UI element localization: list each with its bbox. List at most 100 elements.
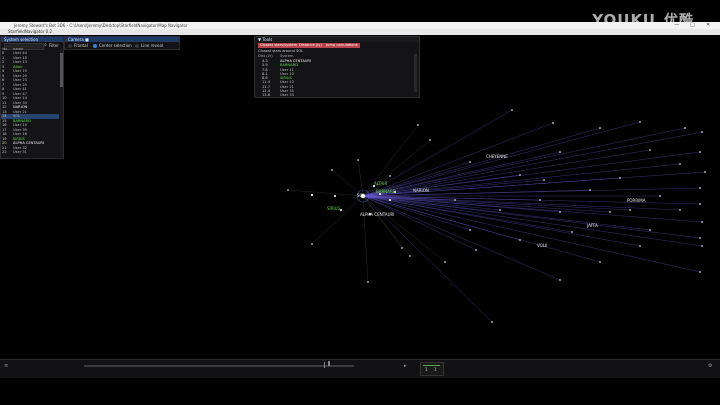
star-point[interactable]: [559, 211, 561, 213]
map-label-altair[interactable]: ALTAIR: [374, 181, 387, 186]
star-point[interactable]: [599, 127, 601, 129]
star-point[interactable]: [519, 174, 521, 176]
star-point[interactable]: [367, 281, 369, 283]
radio-frontal[interactable]: Frontal: [68, 42, 88, 49]
minimize-button[interactable]: —: [674, 22, 679, 29]
connection-line: [362, 195, 601, 263]
star-point[interactable]: [543, 179, 545, 181]
star-point[interactable]: [559, 279, 561, 281]
connection-line: [287, 189, 364, 197]
star-point[interactable]: [704, 171, 706, 173]
star-point[interactable]: [599, 261, 601, 263]
map-label-porrima[interactable]: PORRIMA: [627, 198, 646, 203]
connection-lines: [287, 109, 706, 323]
filter-input[interactable]: [4, 43, 44, 50]
star-point[interactable]: [639, 245, 641, 247]
star-point[interactable]: [357, 159, 359, 161]
closest-stars-button[interactable]: Closest stars/systems: [258, 43, 302, 48]
app-titlebar: StarfieldNavigator 0.2: [0, 29, 720, 35]
maximize-button[interactable]: □: [690, 22, 695, 29]
map-label-sol[interactable]: SOL: [357, 193, 365, 198]
system-name: User 31: [13, 150, 27, 154]
window-titlebar: Jeremy Stewart's Bot 3D6 - C:\Users\Jere…: [0, 22, 720, 29]
star-point[interactable]: [444, 261, 446, 263]
map-label-alpha-centauri[interactable]: ALPHA CENTAURI: [360, 212, 394, 217]
timeline-marker[interactable]: [324, 362, 325, 368]
star-point[interactable]: [589, 189, 591, 191]
star-point[interactable]: [469, 161, 471, 163]
star-point[interactable]: [619, 177, 621, 179]
star-point[interactable]: [701, 221, 703, 223]
jump-calculations-button[interactable]: Jump calculations: [324, 43, 360, 48]
star-point[interactable]: [454, 199, 456, 201]
step-icon[interactable]: ▸: [404, 363, 407, 369]
star-point[interactable]: [552, 122, 554, 124]
star-point[interactable]: [679, 209, 681, 211]
search-icon: ⌕: [44, 42, 47, 48]
star-point[interactable]: [629, 209, 631, 211]
col-system-header[interactable]: System: [280, 54, 293, 58]
nearby-star-point[interactable]: [339, 208, 343, 212]
star-point[interactable]: [499, 209, 501, 211]
closest-star-row[interactable]: 13.6 User 33: [255, 93, 419, 97]
star-point[interactable]: [559, 151, 561, 153]
star-point[interactable]: [609, 211, 611, 213]
star-point[interactable]: [701, 131, 703, 133]
col-dist-header[interactable]: Dist (LY): [258, 54, 273, 58]
map-label-barnard[interactable]: BARNARD: [376, 189, 396, 194]
connection-line: [311, 195, 364, 245]
timeline-handle[interactable]: [328, 361, 330, 366]
star-point[interactable]: [539, 199, 541, 201]
star-point[interactable]: [699, 151, 701, 153]
system-list-row[interactable]: 22 User 31: [1, 150, 59, 155]
mini-gauge[interactable]: 1 1: [420, 362, 444, 376]
star-point[interactable]: [659, 195, 661, 197]
star-point[interactable]: [639, 121, 641, 123]
star-point[interactable]: [701, 245, 703, 247]
window-title: Jeremy Stewart's Bot 3D6 - C:\Users\Jere…: [14, 23, 188, 28]
star-point[interactable]: [409, 255, 411, 257]
star-points: [287, 109, 706, 323]
star-point[interactable]: [331, 169, 333, 171]
star-point[interactable]: [469, 229, 471, 231]
map-label-narion[interactable]: NARION: [413, 188, 429, 193]
star-point[interactable]: [287, 189, 289, 191]
star-point[interactable]: [649, 149, 651, 151]
star-point[interactable]: [401, 247, 403, 249]
nearby-star-point[interactable]: [388, 198, 392, 202]
star-point[interactable]: [699, 203, 701, 205]
radio-line-reveal[interactable]: Line reveal: [135, 42, 163, 49]
star-point[interactable]: [571, 231, 573, 233]
star-point[interactable]: [491, 321, 493, 323]
star-point[interactable]: [475, 249, 477, 251]
connection-line: [362, 127, 601, 197]
star-point[interactable]: [511, 109, 513, 111]
star-point[interactable]: [417, 124, 419, 126]
map-label-volii[interactable]: VOLII: [537, 243, 547, 248]
map-label-cheyenne[interactable]: CHEYENNE: [486, 154, 508, 159]
star-point[interactable]: [684, 127, 686, 129]
star-point[interactable]: [429, 139, 431, 141]
tools-panel: ▼ Tools Closest stars/systems Distance (…: [254, 36, 420, 98]
menu-icon[interactable]: ≡: [4, 363, 8, 369]
star-point[interactable]: [389, 175, 391, 177]
star-point[interactable]: [649, 229, 651, 231]
star-point[interactable]: [699, 187, 701, 189]
star-point[interactable]: [699, 271, 701, 273]
timeline-track[interactable]: [84, 362, 354, 368]
map-label-jaffa[interactable]: JAFFA: [587, 223, 598, 228]
nearby-star-point[interactable]: [310, 193, 314, 197]
star-point[interactable]: [311, 243, 313, 245]
radio-center-selection[interactable]: Center selection: [93, 42, 132, 49]
star-point[interactable]: [699, 237, 701, 239]
settings-icon[interactable]: ⚙: [708, 363, 712, 369]
distance-button[interactable]: Distance (ly): [297, 43, 324, 48]
connection-line: [362, 195, 369, 283]
star-point[interactable]: [679, 163, 681, 165]
system-list-scrollbar[interactable]: [60, 49, 63, 157]
map-label-sirius[interactable]: SIRIUS: [327, 206, 340, 211]
tools-list-scrollbar[interactable]: [414, 54, 417, 92]
nearby-star-point[interactable]: [333, 194, 337, 198]
close-button[interactable]: ✕: [706, 22, 710, 29]
star-point[interactable]: [519, 239, 521, 241]
